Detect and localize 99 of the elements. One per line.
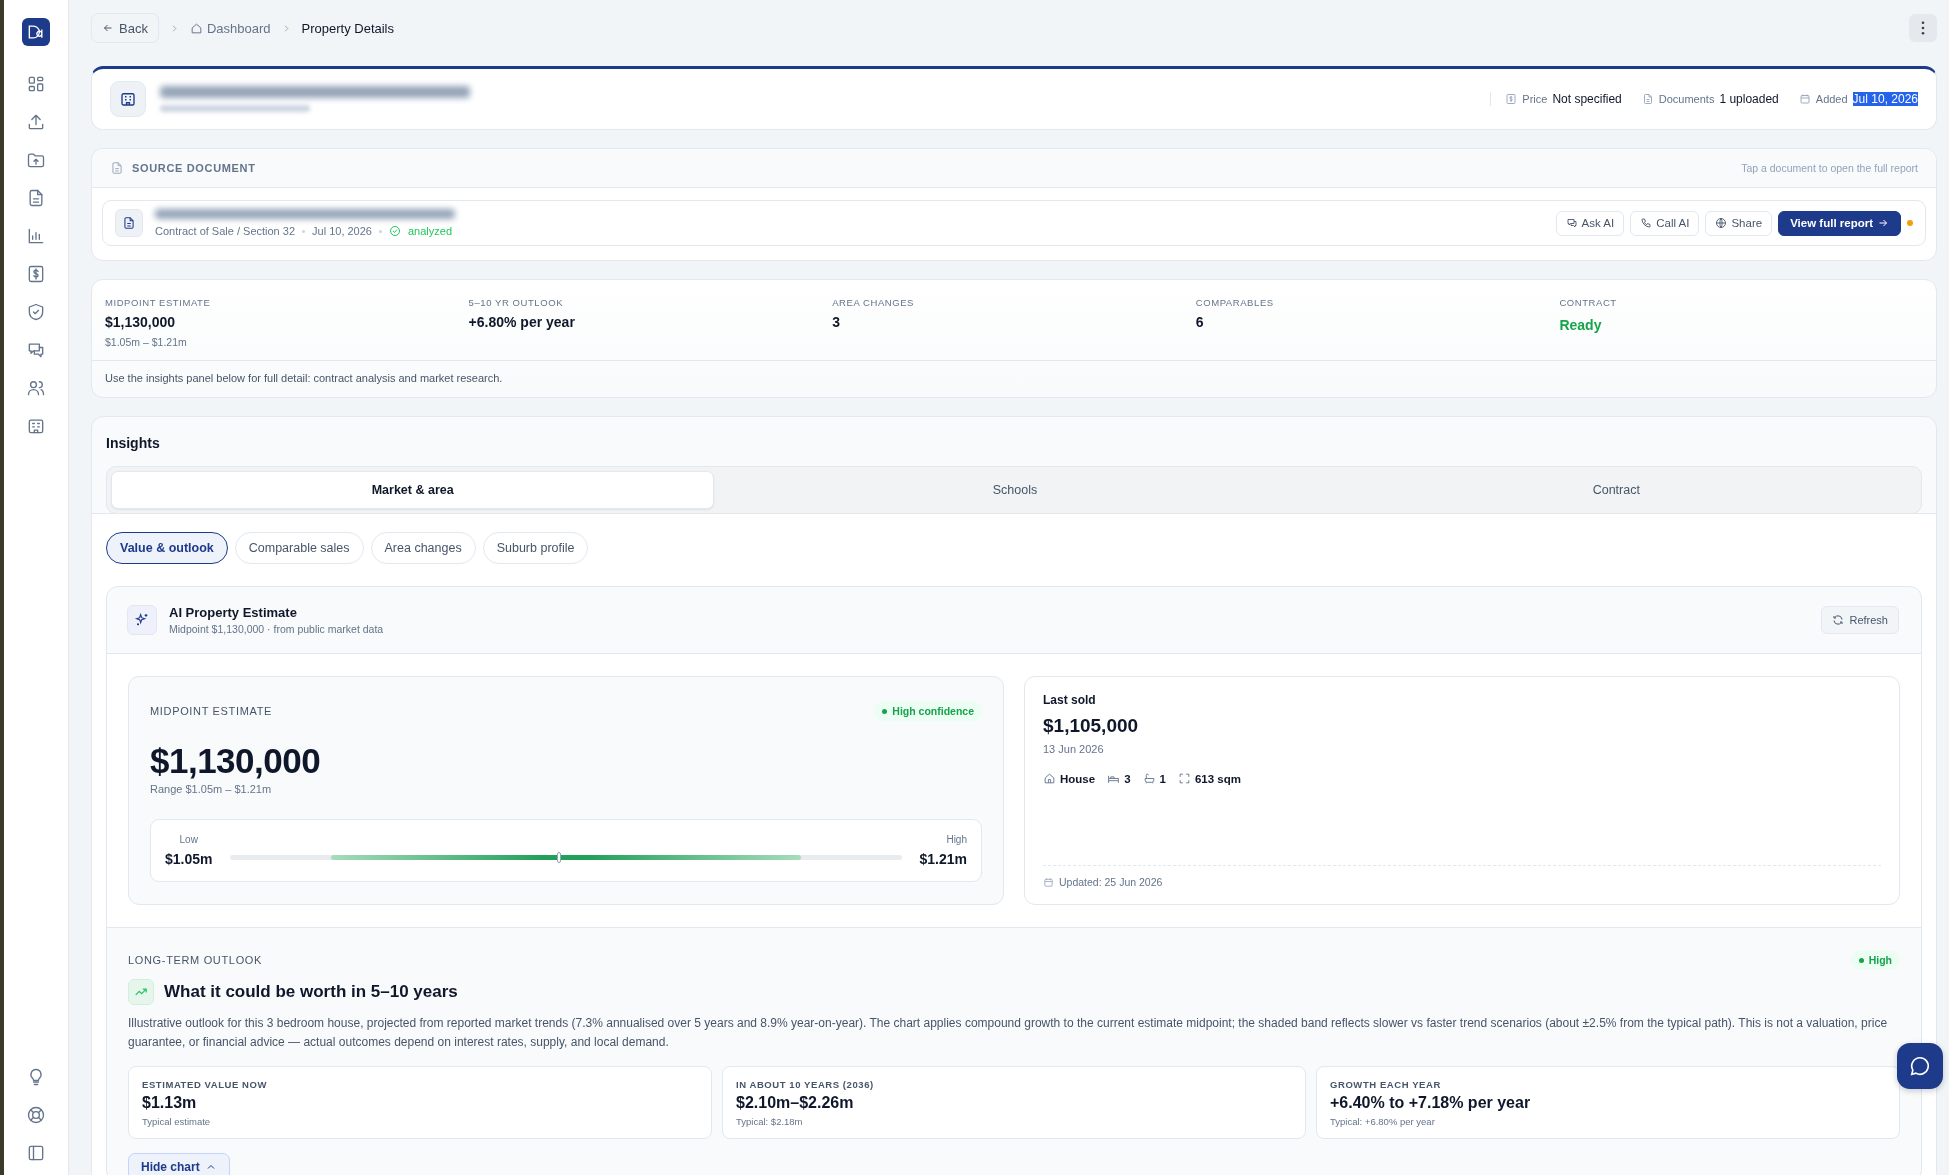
view-report-button[interactable]: View full report: [1778, 210, 1901, 236]
house-icon: [1043, 772, 1056, 785]
stat-subtext: $1.05m – $1.21m: [105, 336, 188, 348]
document-date: Jul 10, 2026: [312, 225, 372, 237]
high-value: $1.21m: [919, 851, 967, 867]
feature-value: House: [1060, 772, 1096, 785]
range-text: Range $1.05m – $1.21m: [150, 783, 273, 795]
stat-subtext: Typical: $2.18m: [736, 1116, 804, 1127]
back-arrow-icon: [102, 22, 114, 34]
tab[interactable]: Contract: [1315, 471, 1917, 509]
globe-icon: [1715, 217, 1728, 229]
status-text: analyzed: [407, 225, 452, 237]
stat-value: +6.80% per year: [468, 314, 576, 330]
low-value: $1.05m: [165, 851, 213, 867]
insights-title: Insights: [106, 435, 161, 451]
phone-icon: [1640, 217, 1653, 229]
panel-title: AI Property Estimate: [169, 605, 298, 620]
notification-dot: [1907, 220, 1913, 226]
outlook-title: What it could be worth in 5–10 years: [164, 982, 458, 1002]
high-label: High: [946, 834, 967, 845]
estimate-value: $1,130,000: [150, 741, 322, 781]
stat-value: 3: [832, 314, 841, 330]
stat-label: GROWTH EACH YEAR: [1330, 1079, 1442, 1090]
refresh-icon: [1832, 614, 1845, 626]
stat-value: +6.40% to +7.18% per year: [1330, 1094, 1532, 1112]
meta-value: 1 uploaded: [1719, 92, 1779, 106]
stat-label: COMPARABLES: [1195, 297, 1275, 308]
chat-icon: [1565, 217, 1578, 229]
hide-chart-button[interactable]: Hide chart: [128, 1153, 230, 1175]
stat-label: ESTIMATED VALUE NOW: [142, 1079, 268, 1090]
bath-icon: [1142, 772, 1156, 785]
separator-dot: [378, 229, 382, 233]
meta-label: Added: [1815, 93, 1848, 105]
sparkle-icon: [127, 605, 157, 635]
chat-icon: [1909, 1055, 1931, 1077]
hint-text: Tap a document to open the full report: [1741, 162, 1918, 174]
stat-value: $1.13m: [142, 1094, 198, 1112]
low-label: Low: [179, 834, 198, 845]
calendar-icon: [1798, 93, 1811, 105]
document-type: Contract of Sale / Section 32: [155, 225, 296, 237]
arrow-icon: [1877, 217, 1889, 229]
meta-value: Not specified: [1552, 92, 1622, 106]
stat-subtext: Typical: +6.80% per year: [1330, 1116, 1436, 1127]
stat-label: 5–10 YR OUTLOOK: [468, 297, 565, 308]
stat-label: MIDPOINT ESTIMATE: [105, 297, 212, 308]
more-icon: [1921, 21, 1925, 35]
action-button[interactable]: Call AI: [1630, 210, 1700, 236]
check-circle-icon: [388, 225, 401, 237]
document-icon: [110, 161, 124, 175]
feature-value: 3: [1124, 772, 1131, 785]
stat-subtext: Typical estimate: [142, 1116, 212, 1127]
stat-label: AREA CHANGES: [832, 297, 915, 308]
section-title: SOURCE DOCUMENT: [132, 162, 256, 174]
stat-value: Ready: [1559, 317, 1603, 333]
house-icon: [189, 21, 203, 35]
dollar-icon: [1505, 93, 1518, 105]
breadcrumb-current: Property Details: [301, 20, 394, 36]
meta-label: Price: [1522, 93, 1548, 105]
sold-date: 13 Jun 2026: [1043, 743, 1105, 755]
action-button[interactable]: Share: [1705, 210, 1773, 236]
card-title: Last sold: [1043, 693, 1097, 707]
document-icon: [115, 209, 143, 237]
trend-up-icon: [128, 979, 154, 1005]
stat-value: 6: [1195, 314, 1205, 330]
calendar-icon: [1043, 876, 1054, 888]
section-label: LONG-TERM OUTLOOK: [128, 954, 263, 966]
logo-icon[interactable]: [22, 18, 50, 46]
building-icon: [110, 81, 146, 117]
tab[interactable]: Market & area: [111, 471, 715, 509]
stat-label: CONTRACT: [1559, 297, 1618, 308]
chat-button[interactable]: [1897, 1043, 1943, 1089]
card-label: MIDPOINT ESTIMATE: [150, 705, 273, 717]
subtab-pill[interactable]: Comparable sales: [234, 532, 364, 564]
stat-value: $2.10m–$2.26m: [736, 1094, 855, 1112]
confidence-badge: High: [1850, 950, 1900, 970]
breadcrumb-link[interactable]: Dashboard: [189, 20, 271, 36]
subtab-pill[interactable]: Value & outlook: [106, 532, 228, 564]
stat-value: $1,130,000: [105, 314, 177, 330]
document-row[interactable]: Contract of Sale / Section 32 Jul 10, 2026 analyzed Ask AI Call AI Share View full report: [102, 200, 1926, 246]
summary-note: Use the insights panel below for full detail: contract analysis and market research.: [92, 360, 1936, 397]
back-button[interactable]: Back: [91, 13, 159, 43]
updated-text: Updated: 25 Jun 2026: [1059, 876, 1163, 888]
outlook-description: Illustrative outlook for this 3 bedroom house, projected from reported market trends (7.3% annualised over 5 years and 8.9% year-on-year). The chart applies compound growth to the current estimate midpoint; the shaded band reflects slower vs faster trend scenarios (about ±2.5% from the typical path). This is not a valuation, price guarantee, or financial advice — actual outcomes depend on interest rates, supply, and local demand.: [128, 1015, 1889, 1051]
subtab-pill[interactable]: Suburb profile: [482, 532, 589, 564]
action-button[interactable]: Ask AI: [1555, 210, 1625, 236]
document-icon: [1641, 93, 1654, 105]
tab[interactable]: Schools: [714, 471, 1316, 509]
confidence-badge: High confidence: [874, 701, 982, 721]
feature-value: 613 sqm: [1194, 772, 1241, 785]
area-icon: [1177, 772, 1191, 785]
panel-subtitle: Midpoint $1,130,000 · from public market data: [169, 623, 384, 635]
meta-label: Documents: [1658, 93, 1715, 105]
feature-value: 1: [1159, 772, 1166, 785]
subtab-pill[interactable]: Area changes: [370, 532, 476, 564]
stat-label: IN ABOUT 10 YEARS (2036): [736, 1079, 875, 1090]
separator-dot: [302, 229, 306, 233]
sold-price: $1,105,000: [1043, 715, 1140, 737]
refresh-button[interactable]: Refresh: [1821, 606, 1899, 634]
meta-value: Jul 10, 2026: [1852, 92, 1918, 106]
